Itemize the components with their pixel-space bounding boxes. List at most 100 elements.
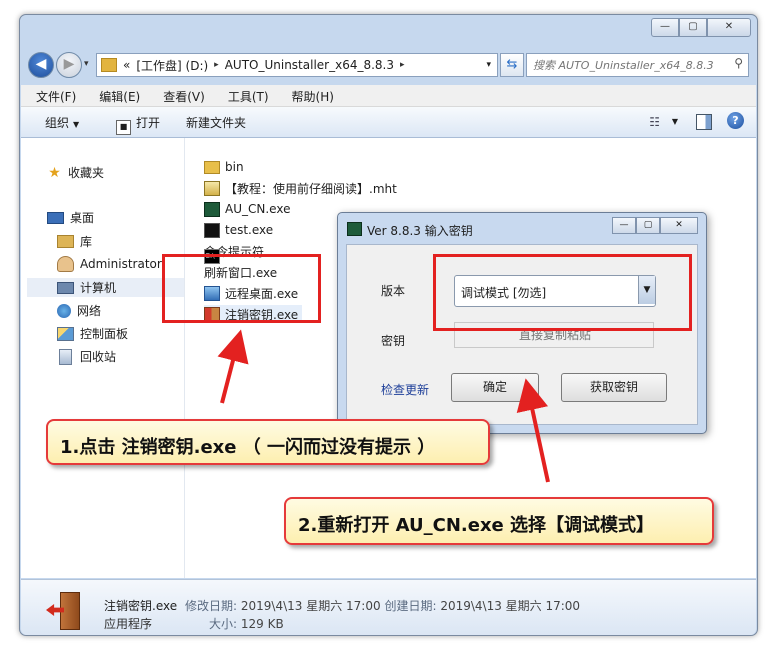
forward-arrow-icon: ▶ [63,56,75,72]
dialog-body: 版本 调试模式 [勿选] ▼ 密钥 检查更新 确定 获取密钥 [346,244,698,425]
open-label: 打开 [136,116,161,130]
callout-step2-text: 2.重新打开 AU_CN.exe 选择【调试模式】 [298,515,655,536]
dialog-caption-buttons: — ▢ ✕ [612,217,698,234]
recycle-bin-icon [59,348,72,365]
dialog-close-button[interactable]: ✕ [660,217,698,234]
modified-label: 修改日期: [185,599,238,613]
search-box[interactable]: ⚲ [526,53,749,77]
chevron-right-icon[interactable]: ▸ [214,60,219,70]
maximize-button[interactable]: ▢ [679,18,707,37]
list-item[interactable]: 【教程：使用前仔细阅读】.mht [204,179,397,197]
search-icon[interactable]: ⚲ [734,56,743,70]
menu-edit[interactable]: 编辑(E) [84,85,148,106]
nav-network[interactable]: 网络 [57,302,101,319]
mht-file-icon [204,180,220,196]
console-icon [204,222,220,238]
list-item[interactable]: test.exe [204,221,273,239]
size-value: 129 KB [240,617,284,631]
nav-label: 控制面板 [80,327,129,341]
details-pane: 注销密钥.exe 应用程序 修改日期: 2019\4\13 星期六 17:00 … [21,579,756,635]
dialog-title: Ver 8.8.3 输入密钥 [367,224,473,238]
search-input[interactable] [527,54,725,76]
created-label: 创建日期: [384,599,437,613]
detail-dates: 修改日期: 2019\4\13 星期六 17:00 创建日期: 2019\4\1… [185,597,580,614]
ok-button[interactable]: 确定 [451,373,539,402]
annotation-highlight-file [162,254,321,323]
nav-label: Administrator [80,257,162,271]
address-overflow[interactable]: « [123,58,130,72]
chevron-down-icon[interactable]: ▾ [486,60,491,70]
au-app-icon [204,201,220,217]
menu-file[interactable]: 文件(F) [21,85,84,106]
nav-administrator[interactable]: Administrator [57,256,162,272]
dialog-minimize-button[interactable]: — [612,217,636,234]
help-icon[interactable]: ? [727,112,744,129]
nav-desktop[interactable]: 桌面 [47,209,94,226]
folder-icon [101,58,117,72]
key-label: 密钥 [381,334,406,348]
nav-recycle-bin[interactable]: 回收站 [57,348,116,365]
refresh-icon: ⇆ [506,57,518,72]
check-update-link[interactable]: 检查更新 [381,381,429,398]
close-button[interactable]: ✕ [707,18,751,37]
new-folder-button[interactable]: 新建文件夹 [186,114,246,131]
window-caption-buttons: — ▢ ✕ [651,18,751,37]
refresh-button[interactable]: ⇆ [500,53,524,77]
chevron-right-icon[interactable]: ▸ [400,60,405,70]
minimize-button[interactable]: — [651,18,679,37]
nav-favorites[interactable]: ★ 收藏夹 [47,164,104,181]
nav-label: 网络 [77,304,102,318]
detail-size: 大小: 129 KB [209,615,284,632]
folder-icon [204,160,220,174]
desktop-icon [47,211,64,224]
au-app-icon [347,222,362,236]
annotation-highlight-version [433,254,692,331]
nav-label: 收藏夹 [68,166,105,180]
forward-button[interactable]: ▶ [56,52,82,78]
file-name: bin [225,160,244,174]
dialog-maximize-button[interactable]: ▢ [636,217,660,234]
network-icon [57,303,71,318]
control-panel-icon [57,326,74,341]
address-segment-drive[interactable]: [工作盘] (D:) [136,57,208,74]
nav-label: 回收站 [80,350,117,364]
list-item[interactable]: AU_CN.exe [204,200,290,218]
nav-control-panel[interactable]: 控制面板 [57,325,128,342]
menu-help[interactable]: 帮助(H) [277,85,342,106]
version-label: 版本 [381,284,406,298]
nav-computer[interactable]: 计算机 [27,278,184,297]
open-app-icon: ■ [116,120,131,135]
nav-label: 计算机 [80,281,117,295]
recent-pages-dropdown[interactable]: ▾ [84,59,89,69]
navigation-pane: ★ 收藏夹 桌面 库 Administrator 计算机 网络 控制面板 回收站 [21,138,185,578]
address-bar[interactable]: « [工作盘] (D:) ▸ AUTO_Uninstaller_x64_8.8.… [96,53,498,77]
detail-file-type: 应用程序 [104,617,153,631]
file-name: test.exe [225,223,274,237]
nav-label: 库 [80,235,93,249]
back-button[interactable]: ◀ [28,52,54,78]
size-label: 大小: [209,617,238,631]
open-button[interactable]: ■ 打开 [116,114,160,135]
star-icon: ★ [48,164,61,181]
user-folder-icon [57,256,74,272]
created-value: 2019\4\13 星期六 17:00 [440,599,581,613]
organize-button[interactable]: 组织 ▼ [45,114,79,131]
computer-icon [57,281,74,294]
chevron-down-icon[interactable]: ▼ [672,117,678,126]
list-item[interactable]: bin [204,158,244,176]
chevron-down-icon: ▼ [73,120,80,129]
file-name: 【教程：使用前仔细阅读】.mht [225,181,397,196]
key-dialog: Ver 8.8.3 输入密钥 — ▢ ✕ 版本 调试模式 [勿选] ▼ 密钥 检… [337,212,707,434]
nav-label: 桌面 [70,211,95,225]
view-options-icon[interactable]: ☷ [649,115,660,129]
menu-bar: 文件(F) 编辑(E) 查看(V) 工具(T) 帮助(H) [21,85,756,107]
command-bar: 组织 ▼ ■ 打开 新建文件夹 ☷ ▼ ? [21,107,756,138]
menu-tools[interactable]: 工具(T) [213,85,277,106]
menu-view[interactable]: 查看(V) [148,85,213,106]
file-name: AU_CN.exe [225,202,291,216]
address-segment-folder[interactable]: AUTO_Uninstaller_x64_8.8.3 [225,58,394,72]
nav-library[interactable]: 库 [57,233,92,250]
preview-pane-icon[interactable] [696,114,712,130]
get-key-button[interactable]: 获取密钥 [561,373,667,402]
library-icon [57,235,74,248]
